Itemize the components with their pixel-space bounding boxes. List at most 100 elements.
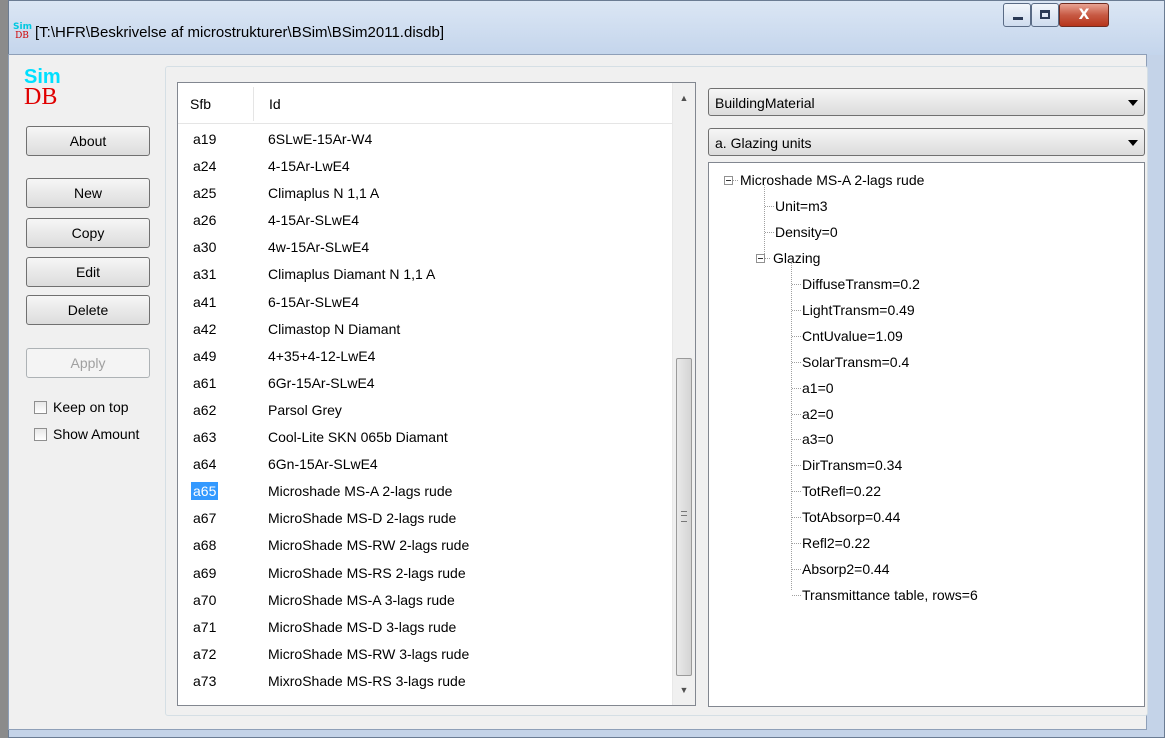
tree-connector: [791, 263, 792, 590]
row-id: MixroShade MS-RS 3-lags rude: [268, 672, 466, 689]
new-button[interactable]: New: [26, 178, 150, 208]
tree-node-property[interactable]: a2=0: [802, 406, 834, 422]
table-row[interactable]: a67 MicroShade MS-D 2-lags rude: [178, 504, 673, 531]
dropdown-arrow-icon[interactable]: [1128, 140, 1138, 146]
table-row[interactable]: a73 MixroShade MS-RS 3-lags rude: [178, 667, 673, 694]
tree-node-glazing[interactable]: Glazing: [773, 250, 820, 266]
window-title: [T:\HFR\Beskrivelse af microstrukturer\B…: [35, 24, 445, 41]
tree-connector: [792, 543, 801, 544]
collapse-glazing-icon[interactable]: [756, 254, 765, 263]
column-header-sfb[interactable]: Sfb: [190, 96, 211, 112]
table-row[interactable]: a71 MicroShade MS-D 3-lags rude: [178, 613, 673, 640]
tree-node-property[interactable]: TotAbsorp=0.44: [802, 509, 900, 525]
tree-node-density[interactable]: Density=0: [775, 224, 838, 240]
title-bar[interactable]: Sim DB [T:\HFR\Beskrivelse af microstruk…: [9, 1, 1164, 55]
table-row[interactable]: a61 6Gr-15Ar-SLwE4: [178, 369, 673, 396]
tree-node-property[interactable]: Refl2=0.22: [802, 535, 870, 551]
scroll-thumb[interactable]: [676, 358, 692, 676]
show-amount-checkbox[interactable]: Show Amount: [34, 426, 139, 442]
table-row[interactable]: a65 Microshade MS-A 2-lags rude: [178, 477, 673, 504]
table-row[interactable]: a63 Cool-Lite SKN 065b Diamant: [178, 423, 673, 450]
row-sfb: a68: [193, 537, 217, 554]
tree-connector: [764, 185, 765, 260]
simdb-logo: Sim DB: [24, 67, 84, 109]
delete-button[interactable]: Delete: [26, 295, 150, 325]
maximize-button[interactable]: [1031, 3, 1059, 27]
tree-node-property[interactable]: CntUvalue=1.09: [802, 328, 903, 344]
row-id: 6Gn-15Ar-SLwE4: [268, 456, 378, 473]
table-row[interactable]: a42 Climastop N Diamant: [178, 315, 673, 342]
table-row[interactable]: a70 MicroShade MS-A 3-lags rude: [178, 586, 673, 613]
collapse-root-icon[interactable]: [724, 176, 733, 185]
scroll-down-arrow-icon[interactable]: ▼: [673, 679, 695, 701]
table-row[interactable]: a68 MicroShade MS-RW 2-lags rude: [178, 531, 673, 558]
row-id: Cool-Lite SKN 065b Diamant: [268, 429, 448, 446]
material-list[interactable]: Sfb Id a19 6SLwE-15Ar-W4 a24 4-15Ar-LwE4 a25…: [177, 82, 696, 706]
list-scrollbar[interactable]: ▲ ▼: [672, 83, 695, 705]
row-id: MicroShade MS-RS 2-lags rude: [268, 564, 466, 581]
table-row[interactable]: a26 4-15Ar-SLwE4: [178, 206, 673, 233]
tree-connector: [792, 387, 801, 389]
tree-node-property[interactable]: SolarTransm=0.4: [802, 354, 909, 370]
tree-connector: [733, 180, 738, 181]
tree-node-property[interactable]: a1=0: [802, 380, 834, 396]
apply-button[interactable]: Apply: [26, 348, 150, 378]
column-header-id[interactable]: Id: [269, 96, 281, 112]
tree-connector: [792, 439, 801, 441]
row-sfb: a42: [193, 320, 217, 337]
minimize-button[interactable]: [1003, 3, 1031, 27]
tree-connector: [792, 413, 801, 415]
tree-node-property[interactable]: DiffuseTransm=0.2: [802, 276, 920, 292]
tree-node-unit[interactable]: Unit=m3: [775, 198, 828, 214]
row-id: Climastop N Diamant: [268, 320, 401, 337]
table-row[interactable]: a62 Parsol Grey: [178, 396, 673, 423]
tree-node-property[interactable]: LightTransm=0.49: [802, 302, 915, 318]
scroll-up-arrow-icon[interactable]: ▲: [673, 87, 695, 109]
simdb-app-icon[interactable]: Sim DB: [13, 23, 32, 41]
tree-node-property[interactable]: TotRefl=0.22: [802, 483, 881, 499]
table-row[interactable]: a64 6Gn-15Ar-SLwE4: [178, 450, 673, 477]
type-dropdown-value: BuildingMaterial: [715, 95, 815, 111]
properties-tree[interactable]: Microshade MS-A 2-lags rude Unit=m3 Dens…: [708, 162, 1145, 707]
keep-on-top-checkbox[interactable]: Keep on top: [34, 399, 129, 415]
table-row[interactable]: a49 4+35+4-12-LwE4: [178, 342, 673, 369]
row-sfb: a30: [193, 239, 217, 256]
table-row[interactable]: a19 6SLwE-15Ar-W4: [178, 125, 673, 152]
column-divider[interactable]: [253, 87, 254, 121]
edit-button[interactable]: Edit: [26, 257, 150, 287]
table-row[interactable]: a31 Climaplus Diamant N 1,1 A: [178, 260, 673, 287]
minimize-icon: [1013, 17, 1023, 20]
dropdown-arrow-icon[interactable]: [1128, 100, 1138, 106]
tree-node-root[interactable]: Microshade MS-A 2-lags rude: [740, 172, 924, 188]
tree-node-property[interactable]: a3=0: [802, 431, 834, 447]
type-dropdown[interactable]: BuildingMaterial: [708, 88, 1145, 116]
table-row[interactable]: a25 Climaplus N 1,1 A: [178, 179, 673, 206]
tree-node-property[interactable]: Transmittance table, rows=6: [802, 587, 978, 603]
table-row[interactable]: a72 MicroShade MS-RW 3-lags rude: [178, 640, 673, 667]
row-id: 6Gr-15Ar-SLwE4: [268, 374, 375, 391]
row-sfb: a65: [191, 482, 219, 501]
table-row[interactable]: a30 4w-15Ar-SLwE4: [178, 233, 673, 260]
scroll-grip-icon: [681, 511, 687, 522]
copy-button[interactable]: Copy: [26, 218, 150, 248]
about-button[interactable]: About: [26, 126, 150, 156]
table-row[interactable]: a69 MicroShade MS-RS 2-lags rude: [178, 559, 673, 586]
row-sfb: a49: [193, 347, 217, 364]
checkbox-box[interactable]: [34, 401, 47, 414]
table-row[interactable]: a24 4-15Ar-LwE4: [178, 152, 673, 179]
row-sfb: a73: [193, 672, 217, 689]
row-sfb: a62: [193, 401, 217, 418]
tree-connector: [792, 491, 801, 493]
close-button[interactable]: X: [1059, 3, 1109, 27]
tree-node-property[interactable]: Absorp2=0.44: [802, 561, 890, 577]
row-sfb: a67: [193, 510, 217, 527]
category-dropdown[interactable]: a. Glazing units: [708, 128, 1145, 156]
tree-node-property[interactable]: DirTransm=0.34: [802, 457, 902, 473]
table-row[interactable]: a41 6-15Ar-SLwE4: [178, 288, 673, 315]
row-sfb: a26: [193, 212, 217, 229]
tree-connector: [765, 232, 774, 233]
row-sfb: a61: [193, 374, 217, 391]
keep-on-top-label: Keep on top: [53, 399, 129, 415]
row-id: 6SLwE-15Ar-W4: [268, 131, 373, 147]
checkbox-box[interactable]: [34, 428, 47, 441]
